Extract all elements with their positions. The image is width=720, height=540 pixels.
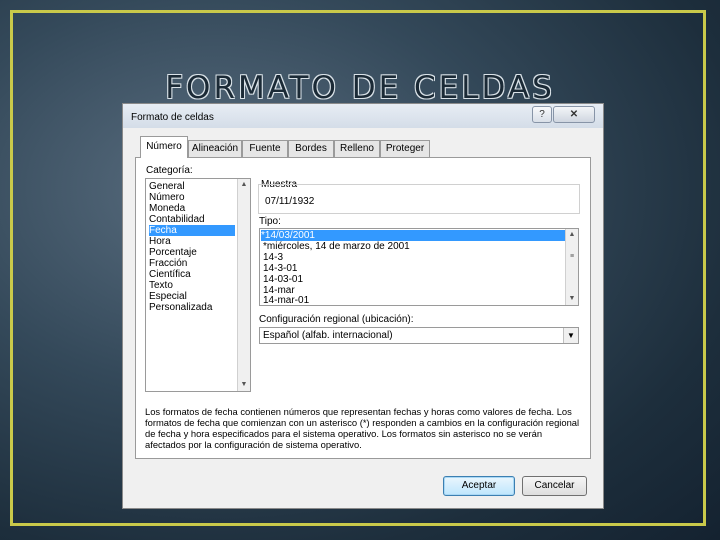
scroll-down-icon[interactable]: ▼ <box>238 379 250 391</box>
type-listbox[interactable]: *14/03/2001 *miércoles, 14 de marzo de 2… <box>259 228 579 306</box>
type-item-7[interactable]: 14-mar-01 <box>263 295 309 306</box>
category-item-numero[interactable]: Número <box>149 192 185 203</box>
type-item-2[interactable]: *miércoles, 14 de marzo de 2001 <box>263 241 410 252</box>
close-button[interactable]: ✕ <box>553 106 595 123</box>
tab-bordes[interactable]: Bordes <box>288 140 334 157</box>
category-item-general[interactable]: General <box>149 181 185 192</box>
chevron-down-icon[interactable]: ▼ <box>563 328 578 343</box>
description-text: Los formatos de fecha contienen números … <box>145 406 580 450</box>
category-item-especial[interactable]: Especial <box>149 291 187 302</box>
tab-proteger[interactable]: Proteger <box>380 140 430 157</box>
scroll-down-icon[interactable]: ▼ <box>566 293 578 305</box>
tab-alineacion[interactable]: Alineación <box>188 140 242 157</box>
scroll-up-icon[interactable]: ▲ <box>566 229 578 241</box>
category-listbox[interactable]: General Número Moneda Contabilidad Fecha… <box>145 178 251 392</box>
cancel-button[interactable]: Cancelar <box>522 476 587 496</box>
ok-button[interactable]: Aceptar <box>443 476 515 496</box>
type-scrollbar[interactable]: ▲ ≡ ▼ <box>565 229 578 305</box>
type-item-5[interactable]: 14-03-01 <box>263 274 303 285</box>
dialog-titlebar[interactable]: Formato de celdas ? ✕ <box>123 104 603 128</box>
scroll-up-icon[interactable]: ▲ <box>238 179 250 191</box>
type-item-4[interactable]: 14-3-01 <box>263 263 297 274</box>
locale-label: Configuración regional (ubicación): <box>259 314 414 325</box>
category-scrollbar[interactable]: ▲ ▼ <box>237 179 250 391</box>
category-item-fecha[interactable]: Fecha <box>149 225 235 236</box>
category-item-moneda[interactable]: Moneda <box>149 203 185 214</box>
slide-title: FORMATO DE CELDAS <box>165 70 555 106</box>
category-item-personalizada[interactable]: Personalizada <box>149 302 212 313</box>
help-button[interactable]: ? <box>532 106 552 123</box>
tab-relleno[interactable]: Relleno <box>334 140 380 157</box>
category-item-cientifica[interactable]: Científica <box>149 269 191 280</box>
type-item-3[interactable]: 14-3 <box>263 252 283 263</box>
dialog-title: Formato de celdas <box>131 112 214 123</box>
category-item-porcentaje[interactable]: Porcentaje <box>149 247 197 258</box>
format-cells-dialog: Formato de celdas ? ✕ Número Alineación … <box>122 103 604 509</box>
category-item-hora[interactable]: Hora <box>149 236 171 247</box>
category-item-fraccion[interactable]: Fracción <box>149 258 187 269</box>
sample-value: 07/11/1932 <box>265 196 315 207</box>
locale-value: Español (alfab. internacional) <box>263 330 393 341</box>
type-label: Tipo: <box>259 216 281 227</box>
locale-select[interactable]: Español (alfab. internacional) ▼ <box>259 327 579 344</box>
type-item-1[interactable]: *14/03/2001 <box>261 230 565 241</box>
category-item-texto[interactable]: Texto <box>149 280 173 291</box>
category-label: Categoría: <box>146 165 193 176</box>
scroll-thumb-icon[interactable]: ≡ <box>566 251 578 263</box>
category-item-contabilidad[interactable]: Contabilidad <box>149 214 205 225</box>
tab-numero[interactable]: Número <box>140 136 188 158</box>
tab-fuente[interactable]: Fuente <box>242 140 288 157</box>
